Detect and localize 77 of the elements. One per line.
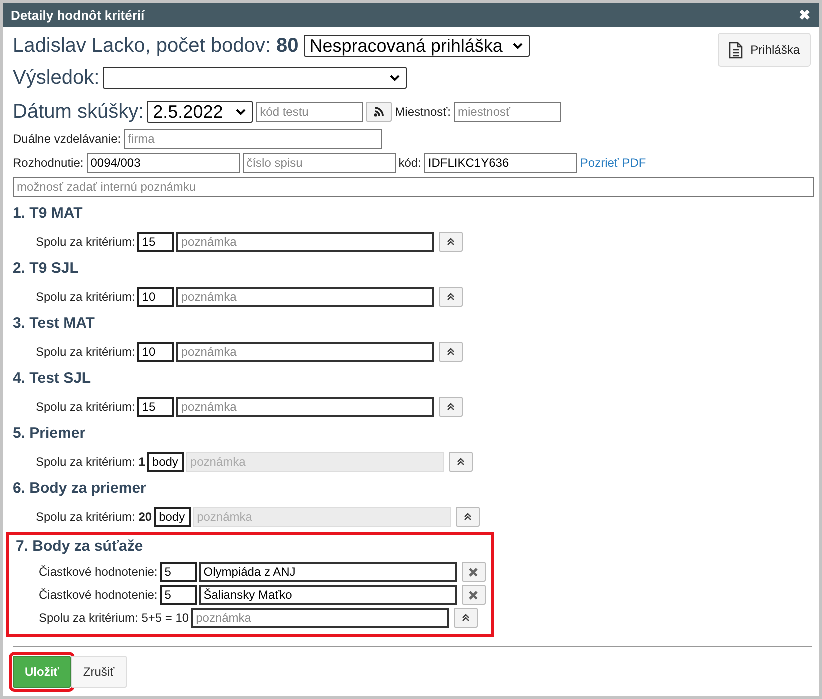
points-field[interactable]: 5	[160, 585, 197, 605]
double-chevron-icon	[447, 403, 456, 411]
note-field[interactable]: poznámka	[176, 232, 434, 252]
file-number-field[interactable]: číslo spisu	[242, 153, 396, 173]
decision-label: Rozhodnutie:	[13, 156, 84, 170]
room-field[interactable]: miestnosť	[454, 102, 562, 122]
remove-button[interactable]	[462, 562, 486, 582]
collapse-button[interactable]	[439, 342, 464, 362]
double-chevron-icon	[457, 458, 466, 466]
collapse-button[interactable]	[439, 287, 464, 307]
criterion-title: 5. Priemer	[13, 425, 87, 443]
code-field[interactable]: IDFLIKC1Y636	[424, 153, 578, 173]
criterion-title: 3. Test MAT	[13, 315, 96, 333]
double-chevron-icon	[447, 293, 456, 301]
collapse-button[interactable]	[439, 232, 464, 252]
test-code-field[interactable]: kód testu	[256, 102, 364, 122]
criterion-title: 1. T9 MAT	[13, 205, 84, 223]
note-field[interactable]: poznámka	[191, 608, 450, 628]
total-label: Spolu za kritérium:	[36, 235, 136, 249]
caret-icon	[512, 42, 523, 50]
points-field[interactable]: 10	[137, 342, 174, 362]
total-label: Spolu za kritérium:	[36, 290, 136, 304]
total-label: Spolu za kritérium:	[36, 400, 136, 414]
decision-field[interactable]: 0094/003	[86, 153, 240, 173]
date-dropdown[interactable]: 2.5.2022	[147, 101, 254, 123]
points-field[interactable]: 5	[160, 562, 197, 582]
points-field[interactable]: 15	[137, 232, 174, 252]
rss-icon	[374, 107, 384, 117]
note-field[interactable]: poznámka	[176, 397, 434, 417]
remove-button[interactable]	[462, 585, 486, 605]
caret-icon	[390, 74, 400, 82]
total-label: Spolu za kritérium: 5+5 = 10	[39, 611, 190, 625]
collapse-button[interactable]	[439, 397, 464, 417]
result-dropdown[interactable]	[102, 67, 407, 89]
code-label: kód:	[398, 156, 422, 170]
company-field[interactable]: firma	[124, 129, 382, 149]
close-button[interactable]: ✖	[799, 7, 811, 23]
x-icon	[469, 590, 478, 600]
exam-date-label: Dátum skúšky:	[13, 100, 144, 124]
double-chevron-icon	[447, 348, 456, 356]
double-chevron-icon	[462, 614, 470, 622]
application-button[interactable]: Prihláška	[718, 33, 811, 67]
x-icon	[469, 568, 478, 576]
points-field[interactable]: 15	[137, 397, 174, 417]
criterion-title: 2. T9 SJL	[13, 260, 80, 278]
result-label: Výsledok:	[13, 66, 100, 90]
partial-label: Čiastkové hodnotenie:	[39, 565, 158, 579]
cancel-button[interactable]: Zrušiť	[71, 656, 127, 688]
collapse-button[interactable]	[454, 608, 478, 628]
total-label: Spolu za kritérium: 1	[36, 455, 146, 469]
applicant-name: Ladislav Lacko, počet bodov: 80	[13, 34, 299, 58]
partial-label: Čiastkové hodnotenie:	[39, 588, 158, 602]
room-label: Miestnosť:	[395, 105, 452, 119]
points-field[interactable]: body	[154, 507, 192, 527]
double-chevron-icon	[464, 513, 472, 521]
points-field[interactable]: body	[147, 452, 184, 472]
points-field[interactable]: 10	[137, 287, 174, 307]
double-chevron-icon	[447, 238, 456, 246]
dual-education-label: Duálne vzdelávanie:	[13, 132, 122, 146]
feed-button[interactable]	[366, 102, 392, 122]
view-pdf-link[interactable]: Pozrieť PDF	[580, 156, 646, 170]
window-title: Detaily hodnôt kritérií	[11, 8, 145, 22]
note-field[interactable]: poznámka	[176, 342, 434, 362]
document-icon	[728, 42, 743, 58]
criterion-title: 6. Body za priemer	[13, 480, 148, 498]
note-field[interactable]: poznámka	[176, 287, 434, 307]
collapse-button[interactable]	[449, 452, 474, 472]
status-dropdown[interactable]: Nespracovaná prihláška	[304, 35, 530, 57]
caret-icon	[236, 108, 246, 116]
description-field[interactable]: Šaliansky Maťko	[198, 585, 457, 605]
internal-note-field[interactable]: možnosť zadať internú poznámku	[13, 177, 814, 197]
total-label: Spolu za kritérium: 20	[36, 510, 152, 524]
criterion-title: 4. Test SJL	[13, 370, 92, 388]
total-label: Spolu za kritérium:	[36, 345, 136, 359]
criterion-title: 7. Body za súťaže	[16, 538, 144, 556]
collapse-button[interactable]	[456, 507, 480, 527]
description-field[interactable]: Olympiáda z ANJ	[198, 562, 457, 582]
